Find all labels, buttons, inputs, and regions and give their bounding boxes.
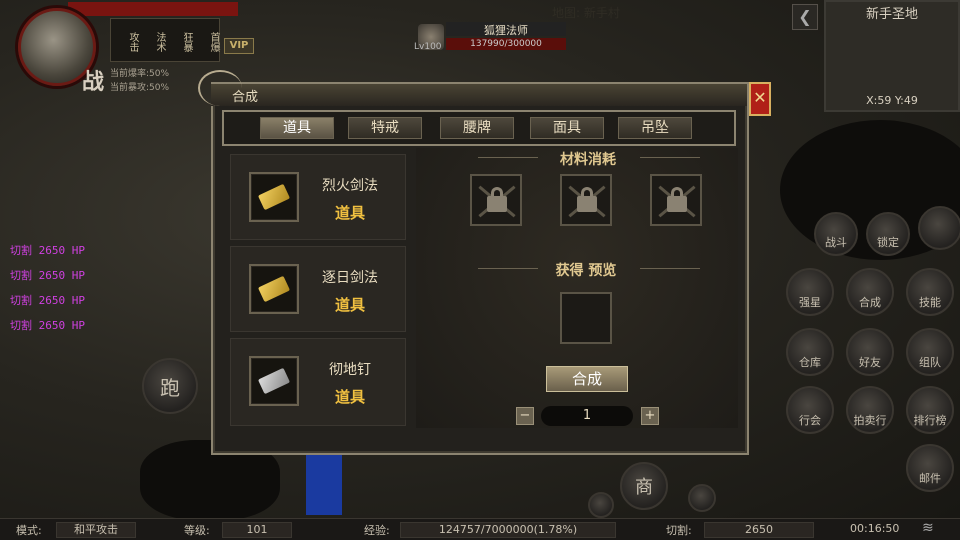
cut-label: 切割: — [666, 524, 692, 537]
synthesize-menu-button[interactable]: 合成 — [846, 268, 894, 316]
materials-title: 材料消耗 — [560, 152, 616, 168]
level-value: 101 — [222, 522, 292, 538]
level-label: 等级: — [184, 524, 210, 537]
map-location: 地图: 新手村 — [552, 6, 620, 20]
locked-material-slot[interactable] — [560, 174, 612, 226]
item-slot — [249, 356, 299, 406]
gold-book-icon — [257, 275, 291, 303]
target-hp-bar: 137990/300000 — [446, 38, 566, 50]
combat-log-entry: 切割 2650 HP — [10, 269, 85, 282]
mode-button[interactable]: 法术 — [138, 19, 165, 61]
side-menu-icon[interactable] — [688, 484, 716, 512]
chat-bubble-icon[interactable] — [588, 492, 614, 518]
item-type: 道具 — [334, 296, 365, 314]
target-name: 狐狸法师 — [446, 22, 566, 37]
padlock-icon — [487, 196, 507, 212]
settings-diamond-button[interactable] — [918, 206, 960, 250]
minimap-coordinates: X:59 Y:49 — [866, 94, 918, 107]
item-type: 道具 — [334, 204, 365, 222]
fight-button[interactable]: 战斗 — [814, 212, 858, 256]
locked-material-slot[interactable] — [650, 174, 702, 226]
ranking-button[interactable]: 排行榜 — [906, 386, 954, 434]
close-button[interactable]: ✕ — [749, 82, 771, 116]
skills-button[interactable]: 技能 — [906, 268, 954, 316]
cut-value: 2650 — [704, 522, 814, 538]
padlock-icon — [667, 196, 687, 212]
minimap-title: 新手圣地 — [865, 7, 918, 22]
mode-label: 模式: — [16, 524, 42, 537]
player-level-bar — [68, 2, 238, 16]
run-button[interactable]: 跑 — [142, 358, 198, 414]
item-name: 烈火剑法 — [322, 178, 378, 194]
strengthen-button[interactable]: 强星 — [786, 268, 834, 316]
item-name: 逐日剑法 — [322, 270, 378, 286]
decrease-quantity-button[interactable]: − — [516, 407, 534, 425]
collapse-arrow-icon[interactable]: ❮ — [792, 4, 818, 30]
item-slot — [249, 172, 299, 222]
item-type: 道具 — [334, 388, 365, 406]
attack-mode-value[interactable]: 和平攻击 — [56, 522, 136, 538]
mode-button[interactable]: 首爆 — [192, 19, 219, 61]
mode-button[interactable]: 狂暴 — [165, 19, 192, 61]
bottom-status-bar: 模式: 和平攻击 等级: 101 经验: 124757/7000000(1.78… — [0, 518, 960, 540]
auction-button[interactable]: 拍卖行 — [846, 386, 894, 434]
dialog-title-bar — [211, 84, 747, 106]
class-emblem: 战 — [82, 69, 105, 95]
tab-special-rings[interactable]: 特戒 — [348, 117, 422, 139]
friends-button[interactable]: 好友 — [846, 328, 894, 376]
tab-waist-tokens[interactable]: 腰牌 — [440, 117, 514, 139]
item-name: 彻地钉 — [329, 362, 371, 378]
clock-time: 00:16:50 — [850, 522, 900, 535]
tab-pendants[interactable]: 吊坠 — [618, 117, 692, 139]
tab-masks[interactable]: 面具 — [530, 117, 604, 139]
guild-button[interactable]: 行会 — [786, 386, 834, 434]
grey-book-icon — [257, 367, 291, 395]
synthesize-button[interactable]: 合成 — [546, 366, 628, 392]
result-preview-slot — [560, 292, 612, 344]
target-level: Lv100 — [414, 42, 442, 52]
exp-label: 经验: — [364, 524, 390, 537]
mode-button[interactable]: 攻击 — [111, 19, 138, 61]
item-slot — [249, 264, 299, 314]
team-button[interactable]: 组队 — [906, 328, 954, 376]
mail-button[interactable]: 邮件 — [906, 444, 954, 492]
result-preview-title: 获得 预览 — [555, 263, 617, 279]
crit-rate-stat: 当前暴攻:50% — [110, 83, 170, 93]
locked-material-slot[interactable] — [470, 174, 522, 226]
vip-badge[interactable]: VIP — [224, 38, 254, 54]
tab-items[interactable]: 道具 — [260, 117, 334, 139]
warehouse-button[interactable]: 仓库 — [786, 328, 834, 376]
dialog-title: 合成 — [232, 90, 259, 105]
combat-log-entry: 切割 2650 HP — [10, 319, 85, 332]
padlock-icon — [577, 196, 597, 212]
combat-log-entry: 切割 2650 HP — [10, 244, 85, 257]
attack-mode-panel: 攻击 法术 狂暴 首爆 — [110, 18, 220, 62]
increase-quantity-button[interactable]: + — [641, 407, 659, 425]
wifi-icon: ≋ — [922, 520, 934, 536]
recipe-list-item[interactable]: 彻地钉 道具 — [230, 338, 406, 426]
drop-rate-stat: 当前爆率:50% — [110, 69, 170, 79]
quantity-field[interactable]: 1 — [541, 406, 633, 426]
water-tile — [306, 455, 342, 515]
shop-button[interactable]: 商 — [620, 462, 668, 510]
lock-target-button[interactable]: 锁定 — [866, 212, 910, 256]
gold-book-icon — [257, 183, 291, 211]
combat-log-entry: 切割 2650 HP — [10, 294, 85, 307]
recipe-list-item[interactable]: 逐日剑法 道具 — [230, 246, 406, 332]
exp-value: 124757/7000000(1.78%) — [400, 522, 616, 538]
recipe-list-item[interactable]: 烈火剑法 道具 — [230, 154, 406, 240]
